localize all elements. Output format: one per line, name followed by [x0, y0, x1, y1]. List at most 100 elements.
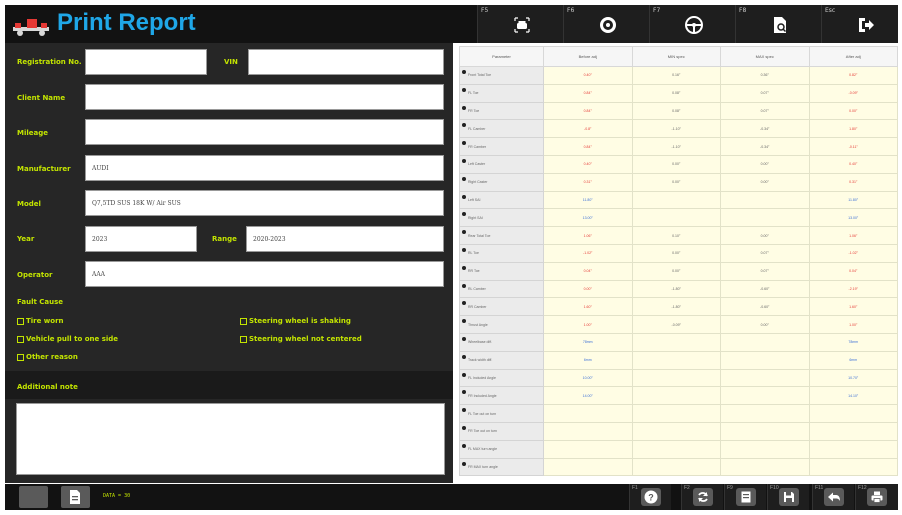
- table-row[interactable]: FR Toe 0.84° 0.08° 0.07° 0.00°: [459, 101, 898, 121]
- table-row[interactable]: FR Toe out on turn: [459, 421, 898, 441]
- data-button[interactable]: [61, 486, 90, 508]
- f7-steering-button[interactable]: F7: [649, 5, 735, 43]
- table-row[interactable]: Left Caster 0.40° 0.00° 0.00° 0.40°: [459, 154, 898, 174]
- table-row[interactable]: FL Toe 0.84° 0.08° 0.07° -0.09°: [459, 83, 898, 103]
- row-marker-icon: [462, 212, 466, 217]
- after-adj-cell: -1.02°: [808, 243, 898, 263]
- vin-input[interactable]: [248, 49, 444, 75]
- before-adj-cell: 14.00°: [543, 386, 633, 406]
- parameter-cell: FR MAX turn angle: [459, 457, 544, 477]
- f8-report-button[interactable]: F8: [735, 5, 821, 43]
- parameter-cell: Track width diff.: [459, 350, 544, 370]
- table-row[interactable]: Left SAI 11.80° 11.80°: [459, 190, 898, 210]
- table-row[interactable]: RR Camber 1.60° -1.80° -0.60° 1.60°: [459, 297, 898, 317]
- client-name-input[interactable]: [85, 84, 444, 110]
- manufacturer-input[interactable]: AUDI: [85, 155, 444, 181]
- row-marker-icon: [462, 194, 466, 199]
- additional-note-textarea[interactable]: [16, 403, 445, 475]
- f6-wheel-button[interactable]: F6: [563, 5, 649, 43]
- table-row[interactable]: Right SAI 13.00° 13.00°: [459, 208, 898, 228]
- min-spec-cell: [631, 350, 721, 370]
- before-adj-cell: -0.8°: [543, 119, 633, 139]
- before-adj-cell: 0.84°: [543, 83, 633, 103]
- steering-not-centered-checkbox[interactable]: Steering wheel not centered: [240, 335, 362, 343]
- f5-car-view-button[interactable]: F5: [477, 5, 563, 43]
- range-label: Range: [212, 235, 237, 243]
- table-row[interactable]: FL Camber -0.8° -1.10° -0.34° 1.80°: [459, 119, 898, 139]
- checkbox-box[interactable]: [17, 317, 24, 325]
- tire-worn-checkbox[interactable]: Tire worn: [17, 317, 64, 325]
- max-spec-cell: [720, 332, 810, 352]
- f1-help-button[interactable]: F1 ?: [629, 484, 671, 510]
- parameter-name: Left SAI: [468, 197, 481, 202]
- table-row[interactable]: FL Toe out on turn: [459, 404, 898, 423]
- parameter-name: RR Camber: [468, 304, 487, 309]
- key-label: F12: [858, 485, 867, 491]
- parameter-name: Rear Total Toe: [468, 233, 491, 238]
- min-spec-cell: -1.10°: [631, 137, 721, 156]
- f9-document-button[interactable]: F9: [724, 484, 766, 510]
- before-adj-cell: 0.31°: [543, 172, 633, 192]
- after-adj-cell: 14.10°: [808, 386, 898, 406]
- column-header: MAX spec: [720, 46, 810, 67]
- checkbox-box[interactable]: [240, 317, 247, 325]
- table-row[interactable]: RR Toe 0.04° 0.00° 0.07° 0.04°: [459, 261, 898, 281]
- after-adj-cell: 0.31°: [808, 172, 898, 192]
- checkbox-label: Steering wheel not centered: [249, 335, 362, 343]
- additional-note-label: Additional note: [17, 383, 78, 391]
- row-marker-icon: [462, 123, 466, 128]
- before-adj-cell: 0.00°: [543, 279, 633, 299]
- mileage-input[interactable]: [85, 119, 444, 145]
- table-row[interactable]: Track width diff. 6mm 6mm: [459, 350, 898, 370]
- table-row[interactable]: FL MAX turn angle: [459, 439, 898, 459]
- table-row[interactable]: FL Included Angle 10.00° 10.70°: [459, 368, 898, 388]
- checkbox-box[interactable]: [240, 335, 247, 343]
- checkbox-box[interactable]: [17, 335, 24, 343]
- table-row[interactable]: Rear Total Toe 1.06° 0.10° 0.00° 1.06°: [459, 226, 898, 245]
- key-label: F7: [653, 7, 661, 14]
- help-icon: ?: [644, 490, 658, 504]
- key-label: F1: [632, 485, 638, 491]
- f10-save-button[interactable]: F10: [767, 484, 809, 510]
- vehicle-pull-checkbox[interactable]: Vehicle pull to one side: [17, 335, 118, 343]
- model-input[interactable]: Q7,5TD SUS 18K W/ Air SUS: [85, 190, 444, 216]
- table-row[interactable]: Front Total Toe 0.40° 0.16° 0.36° 0.82°: [459, 66, 898, 85]
- table-row[interactable]: RL Camber 0.00° -1.80° -0.60° -2.19°: [459, 279, 898, 299]
- after-adj-cell: [808, 439, 898, 459]
- table-row[interactable]: Wheelbase diff. 78mm 78mm: [459, 332, 898, 352]
- row-marker-icon: [462, 354, 466, 359]
- before-adj-cell: 0.40°: [543, 154, 633, 174]
- table-row[interactable]: Right Caster 0.31° 0.00° 0.00° 0.31°: [459, 172, 898, 192]
- row-marker-icon: [462, 265, 466, 270]
- before-adj-cell: [543, 421, 633, 441]
- blank-button[interactable]: [19, 486, 48, 508]
- parameter-name: RR Toe: [468, 269, 480, 274]
- steering-shaking-checkbox[interactable]: Steering wheel is shaking: [240, 317, 351, 325]
- f11-back-button[interactable]: F11: [812, 484, 854, 510]
- f2-refresh-button[interactable]: F2: [681, 484, 723, 510]
- year-input[interactable]: 2023: [85, 226, 197, 252]
- min-spec-cell: [631, 190, 721, 210]
- registration-input[interactable]: [85, 49, 207, 75]
- table-row[interactable]: FR Camber 0.84° -1.10° -0.34° -0.11°: [459, 137, 898, 156]
- operator-input[interactable]: AAA: [85, 261, 444, 287]
- parameter-cell: FR Included Angle: [459, 386, 544, 406]
- esc-exit-button[interactable]: Esc: [821, 5, 898, 43]
- parameter-name: Front Total Toe: [468, 73, 492, 78]
- min-spec-cell: 0.10°: [631, 226, 721, 245]
- before-adj-cell: [543, 457, 633, 477]
- range-input[interactable]: 2020-2023: [246, 226, 444, 252]
- before-adj-cell: 0.84°: [543, 137, 633, 156]
- f12-print-button[interactable]: F12: [855, 484, 898, 510]
- table-row[interactable]: FR Included Angle 14.00° 14.10°: [459, 386, 898, 406]
- table-row[interactable]: FR MAX turn angle: [459, 457, 898, 477]
- checkbox-box[interactable]: [17, 353, 24, 361]
- parameter-name: Left Caster: [468, 162, 486, 167]
- parameter-name: Right Caster: [468, 180, 488, 185]
- title-bar: Print Report F5 F6 F7 F8 Esc: [5, 5, 898, 43]
- other-reason-checkbox[interactable]: Other reason: [17, 353, 78, 361]
- table-row[interactable]: RL Toe -1.02° 0.00° 0.07° -1.02°: [459, 243, 898, 263]
- table-row[interactable]: Thrust Angle 1.00° -0.09° 0.00° 1.00°: [459, 315, 898, 334]
- parameter-name: FR Toe out on turn: [468, 429, 497, 434]
- before-adj-cell: 1.60°: [543, 297, 633, 317]
